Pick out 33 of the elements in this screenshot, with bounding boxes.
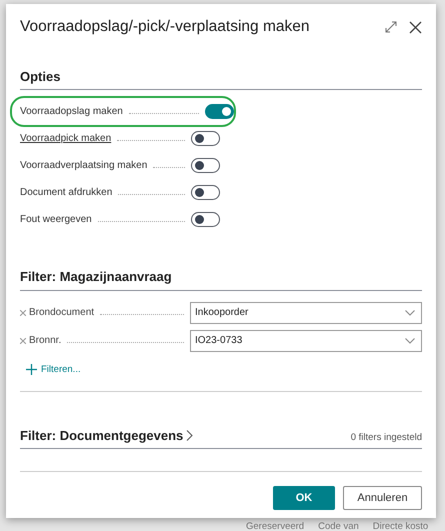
toggle-switch[interactable] [191,185,220,200]
option-label: Document afdrukken [20,186,112,200]
remove-icon[interactable] [20,338,26,344]
column-header: Directe kosto [372,522,428,531]
ok-button[interactable]: OK [273,486,335,510]
dropdown-field[interactable]: Inkooporder [190,302,422,324]
dialog-title: Voorraadopslag/-pick/-verplaatsing maken [20,18,310,37]
option-label: Fout weergeven [20,213,92,228]
expand-icon[interactable] [385,21,397,34]
filter-label: Bronnr. [29,334,62,348]
column-header: Gereserveerd [246,522,304,531]
close-icon[interactable] [409,20,422,34]
chevron-down-icon[interactable] [405,338,415,344]
option-label: Voorraadopslag maken [20,105,123,120]
toggle-switch[interactable] [191,158,220,174]
chevron-right-icon[interactable] [186,430,194,442]
option-label: Voorraadpick maken [20,132,112,146]
toggle-switch[interactable] [191,131,220,146]
option-label: Voorraadverplaatsing maken [20,159,148,174]
section-heading: Opties [20,66,422,90]
section-heading: Filter: Magazijnaanvraag [20,267,422,291]
dropdown-field[interactable]: IO23-0733 [190,330,422,352]
plus-icon [26,364,37,376]
filter-count: 0 filters ingesteld [350,431,422,446]
chevron-down-icon[interactable] [405,310,415,316]
remove-icon[interactable] [20,310,26,316]
section-heading[interactable]: Filter: Documentgegevens [20,426,184,446]
add-filter-link[interactable]: Filteren... [26,362,81,377]
column-header: Code van [318,522,359,531]
toggle-switch[interactable] [191,212,220,228]
toggle-switch[interactable] [205,104,234,120]
filter-label: Brondocument [29,306,94,320]
cancel-button[interactable]: Annuleren [343,486,422,510]
